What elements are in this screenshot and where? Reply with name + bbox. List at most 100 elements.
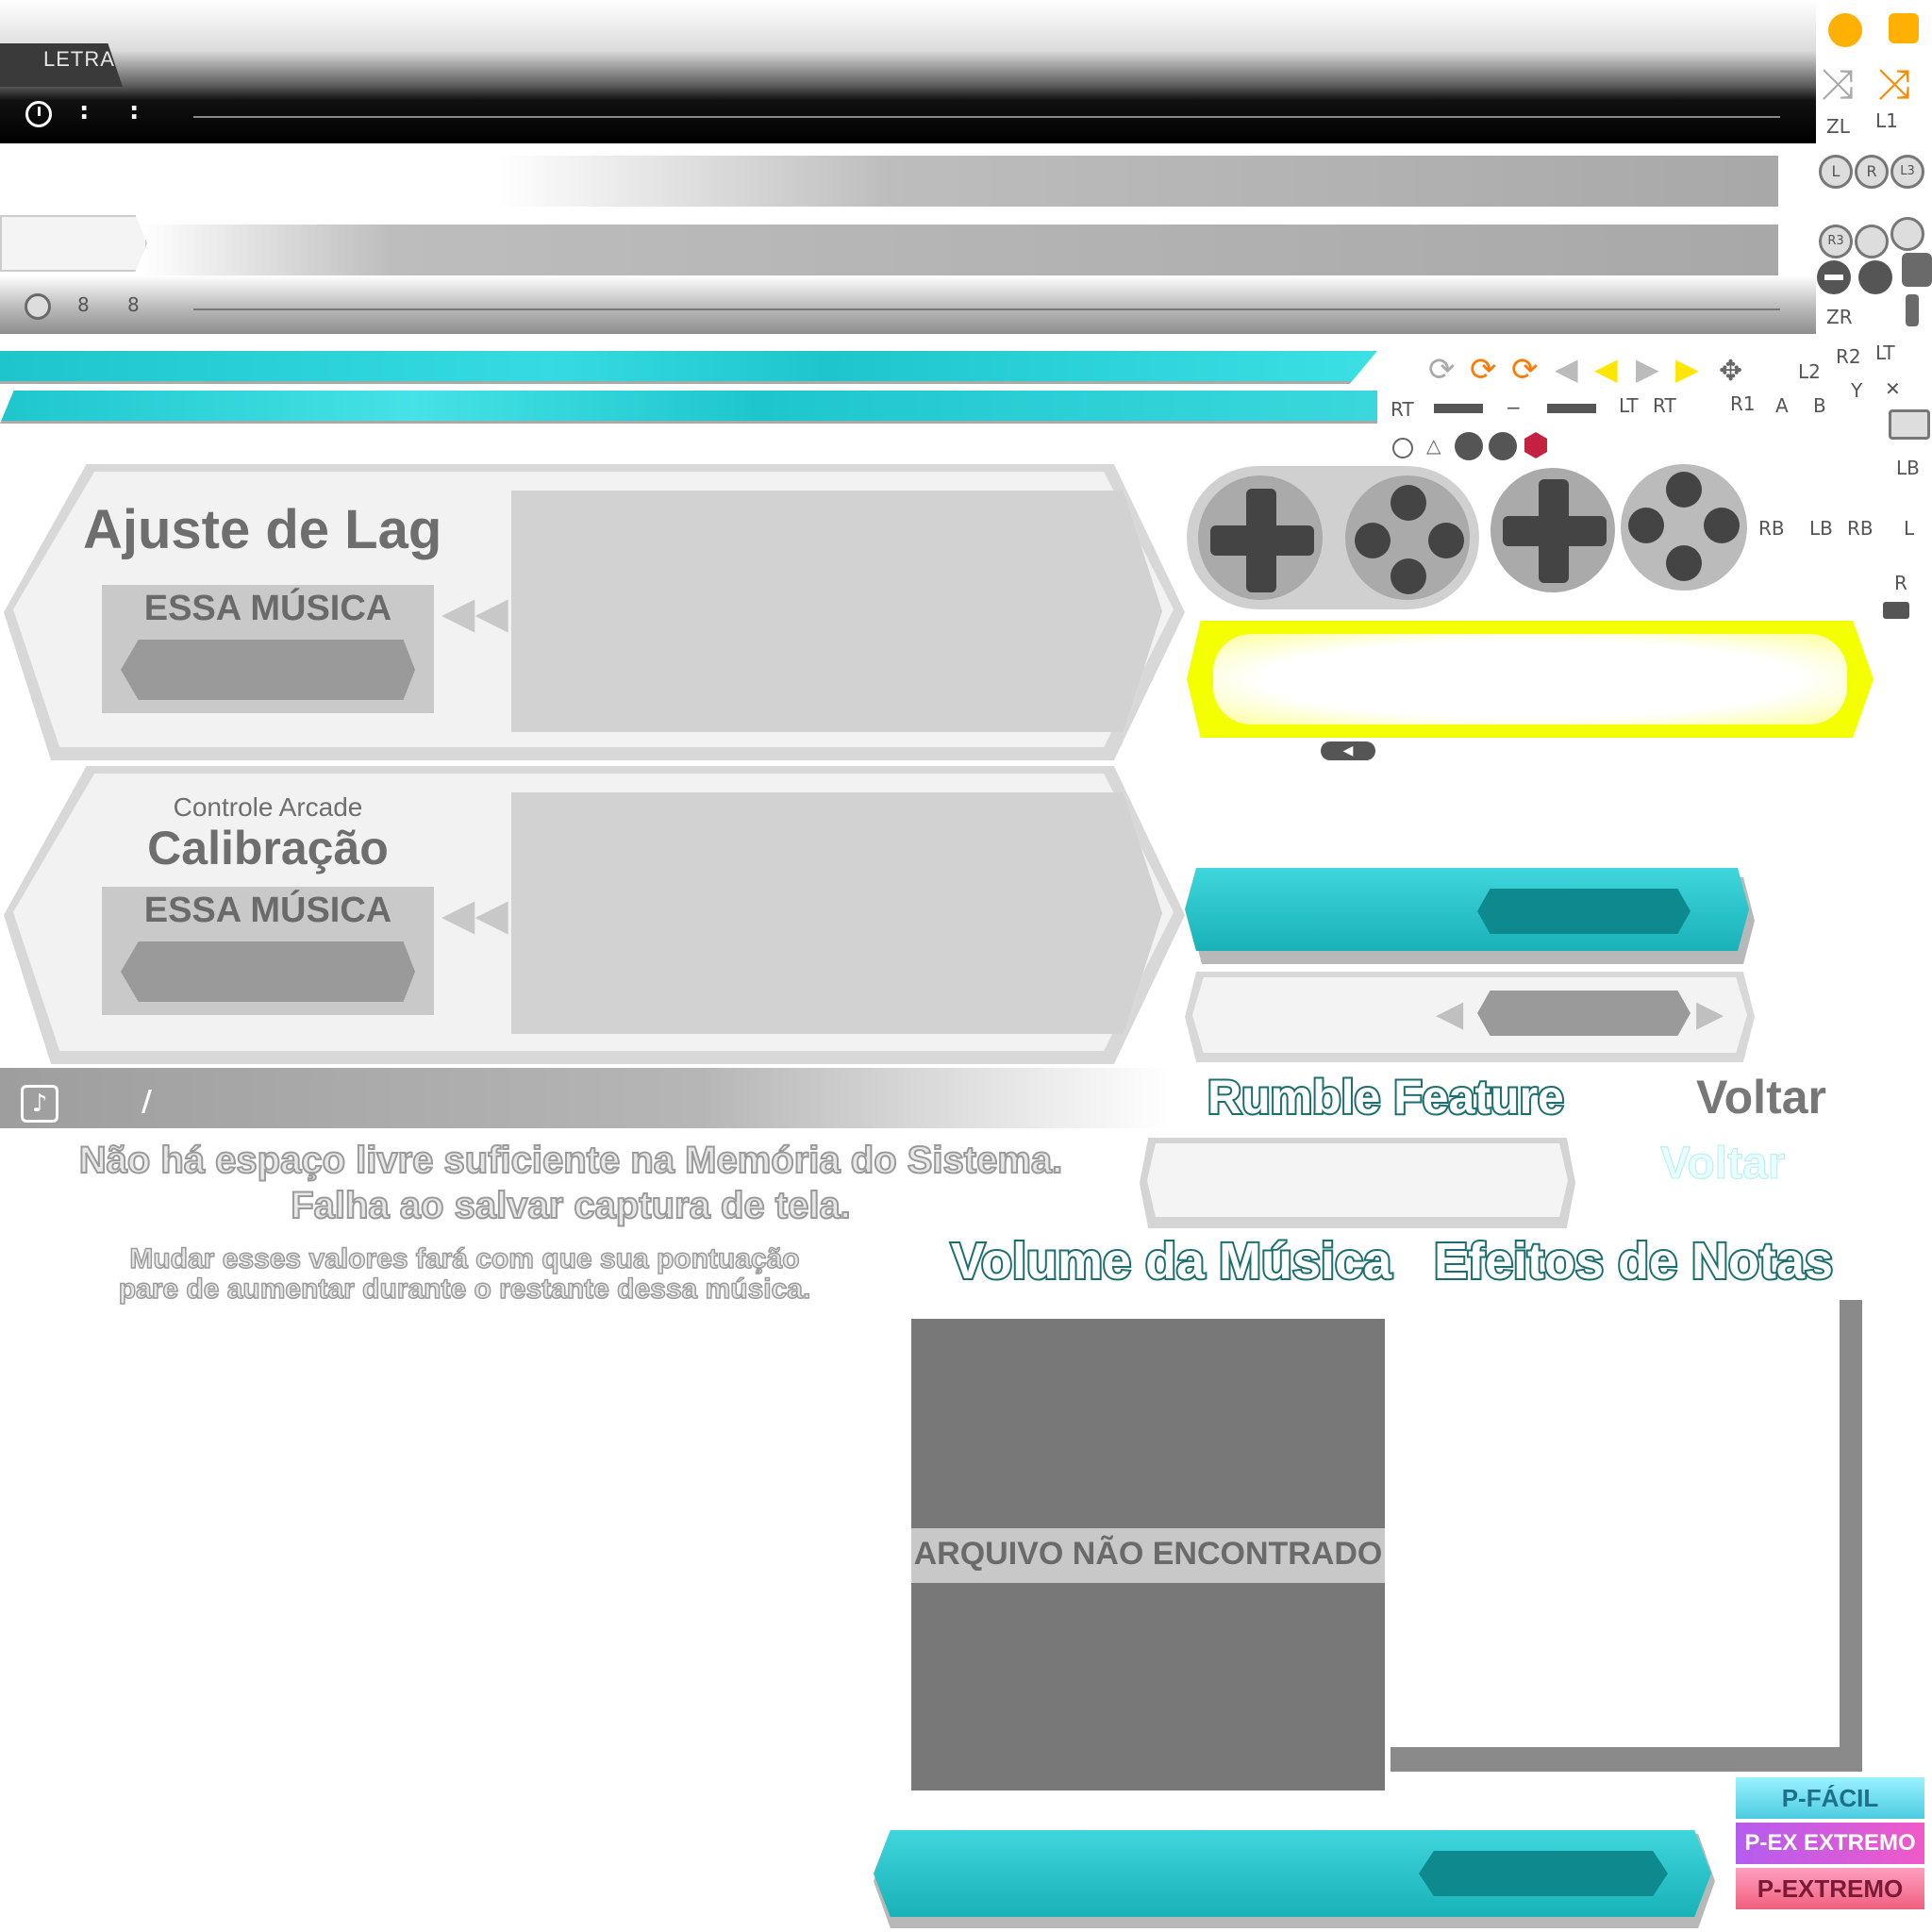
face-button-bottom-2	[1666, 545, 1702, 581]
dpad-small-icon: ✥	[1719, 355, 1743, 388]
clock-hand	[38, 107, 41, 116]
label-zl: ZL	[1826, 115, 1850, 138]
stick-l3-icon: L3	[1890, 155, 1924, 189]
lag-scope-label: ESSA MÚSICA	[143, 589, 392, 628]
face-button-left-1	[1355, 523, 1391, 558]
time-colon-small-1: 8	[77, 293, 90, 316]
back-label-light[interactable]: Voltar	[1659, 1138, 1785, 1190]
calibration-scope-label: ESSA MÚSICA	[143, 891, 392, 930]
orange-circle-icon	[1828, 13, 1862, 47]
rumble-feature-heading: Rumble Feature	[1206, 1069, 1566, 1125]
selector-left-arrow[interactable]: ◀	[1436, 992, 1463, 1034]
label-lb-2: LB	[1809, 517, 1833, 540]
label-rb: RB	[1758, 517, 1785, 540]
label-a: A	[1775, 394, 1789, 417]
label-x: ✕	[1885, 377, 1901, 400]
circle-button-icon	[1392, 438, 1413, 458]
time-colon-1: :	[79, 97, 90, 125]
yellow-glow-inner	[1213, 634, 1847, 724]
face-button-left-2	[1628, 508, 1664, 543]
score-warning-line2: pare de aumentar durante o restante dess…	[118, 1273, 811, 1306]
cyan-track-strip-1	[0, 351, 1377, 384]
label-y: Y	[1851, 379, 1863, 402]
white-tab	[0, 215, 147, 272]
slider-icon-1	[1434, 404, 1483, 413]
lag-title: Ajuste de Lag	[83, 499, 442, 560]
arrow-left-yellow-icon: ◀	[1594, 351, 1618, 387]
label-b: B	[1813, 394, 1826, 417]
stick-r-icon: R	[1855, 155, 1889, 189]
clock-icon-small	[25, 293, 51, 320]
arrow-left-grey-icon: ◀	[1555, 351, 1578, 387]
lyrics-bar-small	[0, 275, 1816, 334]
stick-press-icon-2	[1890, 217, 1924, 251]
dpad-right-icon	[1489, 432, 1517, 460]
label-r2: R2	[1836, 345, 1861, 368]
difficulty-tag-ex-extreme: P-EX EXTREMO	[1736, 1823, 1924, 1864]
dark-square-icon	[1902, 253, 1932, 287]
bottom-teal-value	[1419, 1851, 1668, 1896]
small-white-pill-inner	[1147, 1143, 1568, 1217]
capture-button-icon	[1858, 260, 1892, 294]
label-lb: LB	[1896, 457, 1920, 479]
frame-right-bar	[1840, 1300, 1862, 1772]
lyrics-progress-line-small	[193, 308, 1780, 310]
dpad-left-icon	[1455, 432, 1483, 460]
frame-bottom-bar	[1391, 1747, 1862, 1772]
label-lt: LT	[1619, 394, 1639, 417]
teal-setting-value	[1477, 889, 1690, 934]
refresh-icon-grey: ⟳	[1428, 351, 1456, 389]
back-label-dark[interactable]: Voltar	[1696, 1070, 1826, 1124]
orange-square-icon	[1889, 13, 1919, 43]
grey-gradient-strip-2	[0, 225, 1778, 275]
calibration-rewind-icon[interactable]: ◀◀	[441, 889, 508, 940]
dpad-icon-1	[1210, 489, 1314, 592]
triangle-button-icon: △	[1426, 434, 1441, 457]
label-zr: ZR	[1826, 306, 1853, 328]
song-separator: /	[142, 1085, 152, 1118]
dark-small-rect-icon	[1883, 602, 1909, 619]
arrow-right-yellow-icon: ▶	[1675, 351, 1699, 387]
stick-l-icon: L	[1819, 155, 1853, 189]
stick-press-icon	[1855, 225, 1889, 258]
shuffle-icon-orange: ⤨	[1877, 60, 1911, 108]
storage-error-line2: Falha ao salvar captura de tela.	[290, 1184, 852, 1227]
refresh-all-icon: ⟳	[1511, 351, 1539, 389]
face-button-top-1	[1391, 485, 1426, 521]
score-warning-line1: Mudar esses valores fará com que sua pon…	[129, 1242, 801, 1275]
lyrics-bar	[0, 0, 1816, 143]
label-l2: L2	[1798, 360, 1821, 383]
music-volume-heading: Volume da Música	[949, 1231, 1393, 1291]
calibration-value-field[interactable]	[121, 941, 415, 1002]
dpad-icon-2	[1503, 479, 1607, 583]
face-button-bottom-1	[1391, 558, 1426, 594]
label-l: L	[1904, 517, 1915, 540]
minus-bar	[1824, 275, 1843, 280]
label-rt: RT	[1391, 398, 1414, 421]
selector-right-arrow[interactable]: ▶	[1696, 992, 1724, 1034]
label-lt-top: LT	[1875, 341, 1895, 364]
dark-bar-icon	[1906, 294, 1919, 326]
label-rt-2: RT	[1653, 394, 1676, 417]
difficulty-tag-extreme: P-EXTREMO	[1736, 1868, 1924, 1909]
lag-preview-area	[511, 491, 1162, 732]
grey-rect-icon	[1889, 409, 1930, 440]
face-button-top-2	[1666, 472, 1702, 508]
selector-value	[1477, 991, 1690, 1036]
stick-r3-icon: R3	[1819, 225, 1853, 258]
grey-gradient-strip-1	[0, 156, 1778, 207]
label-minus: −	[1506, 396, 1522, 419]
small-back-pill[interactable]: ◀	[1321, 741, 1375, 760]
calibration-subtitle: Controle Arcade	[173, 792, 363, 822]
label-rb-2: RB	[1847, 517, 1874, 540]
music-note-icon: ♪	[21, 1085, 58, 1123]
storage-error-line1: Não há espaço livre suficiente na Memóri…	[78, 1139, 1064, 1182]
lag-rewind-icon[interactable]: ◀◀	[441, 587, 508, 638]
calibration-preview-area	[511, 792, 1162, 1034]
refresh-icon-orange: ⟳	[1470, 351, 1497, 389]
lag-value-field[interactable]	[121, 640, 415, 700]
arrow-right-grey-icon: ▶	[1636, 351, 1659, 387]
difficulty-tag-easy: P-FÁCIL	[1736, 1777, 1924, 1819]
label-r: R	[1894, 572, 1907, 594]
slider-icon-2	[1547, 404, 1596, 413]
